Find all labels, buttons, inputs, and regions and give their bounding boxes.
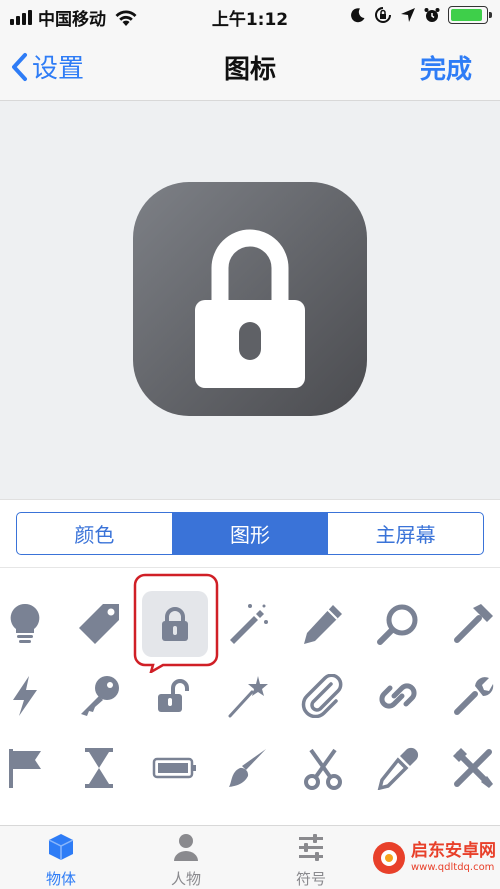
back-button[interactable]: 设置 [10,48,84,85]
scissors-icon[interactable] [288,733,358,803]
magnifier-icon[interactable] [363,589,433,659]
tab-symbols-label: 符号 [295,870,326,888]
watermark-title: 启东安卓网 [411,841,496,861]
tools-icon[interactable] [438,733,500,803]
alarm-icon [424,8,440,22]
wrench-icon[interactable] [438,661,500,731]
watermark-logo-icon [373,842,405,874]
tab-objects[interactable]: 物体 [11,832,111,889]
rotation-lock-icon [375,7,391,23]
selection-callout [133,573,219,673]
tag-icon[interactable] [64,589,134,659]
icon-grid [0,567,500,826]
segmented-control: 颜色 图形 主屏幕 [16,512,484,555]
tab-objects-label: 物体 [45,870,76,888]
navigation-bar: 设置 图标 完成 [0,32,500,101]
battery-icon[interactable] [140,733,210,803]
segment-homescreen[interactable]: 主屏幕 [328,513,483,554]
back-label: 设置 [32,54,85,84]
key-icon[interactable] [64,661,134,731]
hourglass-icon[interactable] [64,733,134,803]
tab-people-label: 人物 [170,870,201,888]
paperclip-icon[interactable] [288,661,358,731]
lightning-icon[interactable] [0,661,60,731]
lock-icon [195,229,305,388]
person-icon [174,834,198,861]
site-watermark: 启东安卓网 www.qdltdq.com [371,840,496,876]
icon-preview-area [0,101,500,499]
wand-star-icon[interactable] [213,661,283,731]
unlock-icon[interactable] [140,661,210,731]
moon-icon [351,8,365,23]
segment-color[interactable]: 颜色 [17,513,173,554]
paintbrush-icon[interactable] [213,733,283,803]
magic-wand-icon[interactable] [213,589,283,659]
segment-container: 颜色 图形 主屏幕 [0,499,500,567]
battery-fill [451,9,482,21]
tab-people[interactable]: 人物 [136,832,236,889]
cube-icon [48,834,74,860]
link-icon[interactable] [363,661,433,731]
status-bar: 中国移动 上午1:12 [0,0,500,32]
sliders-icon [299,834,323,861]
done-button[interactable]: 完成 [420,49,472,86]
tab-bar: 物体 人物 符号 启东安卓网 www.qdltdq.com [0,825,500,889]
chevron-left-icon [12,52,27,81]
eyedropper-icon[interactable] [363,733,433,803]
location-icon [401,8,415,22]
tab-symbols[interactable]: 符号 [261,832,361,889]
app-icon-preview [133,182,367,416]
hammer-icon[interactable] [438,589,500,659]
segment-shape[interactable]: 图形 [172,513,329,554]
battery-indicator [448,6,492,24]
pencil-icon[interactable] [288,589,358,659]
lightbulb-icon[interactable] [0,589,60,659]
flag-icon[interactable] [0,733,60,803]
watermark-url: www.qdltdq.com [411,862,495,873]
